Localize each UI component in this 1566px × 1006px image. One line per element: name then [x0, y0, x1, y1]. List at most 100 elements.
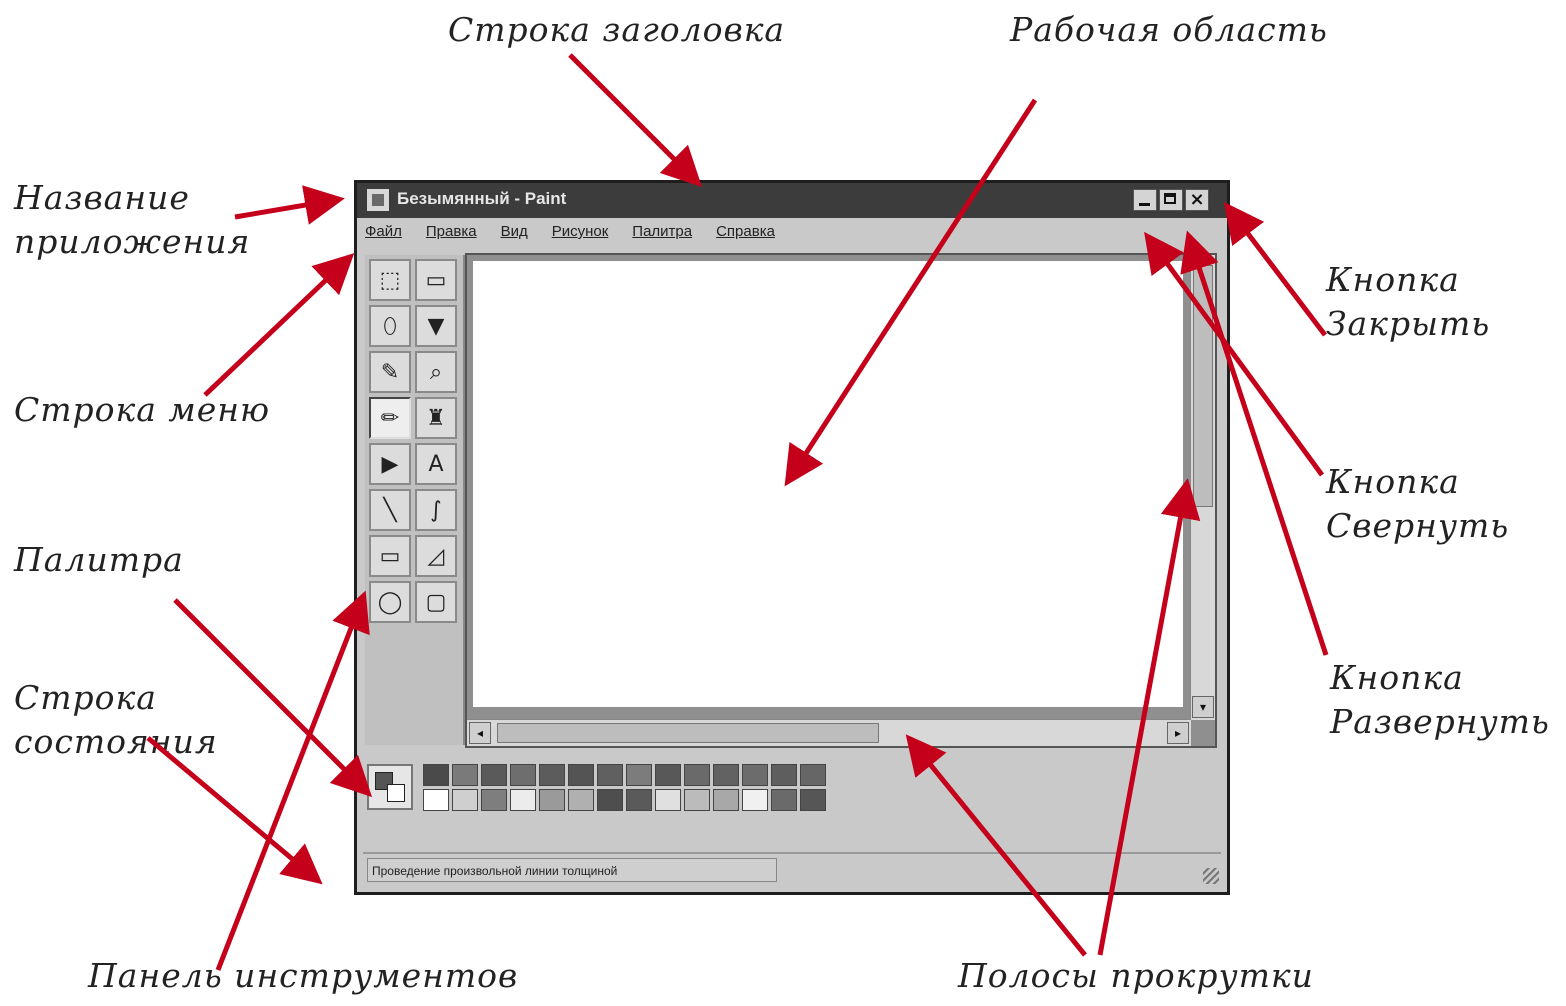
airbrush-icon: ▶: [381, 451, 399, 477]
label-maximize-button: Кнопка Развернуть: [1330, 656, 1550, 744]
text-icon: A: [428, 451, 444, 477]
palette-swatch[interactable]: [539, 764, 565, 786]
free-select-icon: ⬚: [379, 267, 401, 293]
toolbox: ⬚ ▭ ⬯ ▼ ✎ ⌕ ✏ ♜ ▶ A ╲ ∫ ▭ ◿ ◯ ▢: [365, 255, 465, 745]
palette-swatch[interactable]: [684, 789, 710, 811]
rect-select-icon: ▭: [425, 267, 447, 293]
palette-swatch[interactable]: [655, 764, 681, 786]
palette-swatch[interactable]: [800, 789, 826, 811]
fill-icon: ▼: [427, 313, 445, 339]
tool-button[interactable]: ⬯: [369, 305, 411, 347]
palette-swatch[interactable]: [481, 789, 507, 811]
palette-swatch[interactable]: [742, 764, 768, 786]
menu-item-view[interactable]: Вид: [501, 223, 528, 249]
tool-button[interactable]: ▼: [415, 305, 457, 347]
palette-swatch[interactable]: [626, 789, 652, 811]
tool-button[interactable]: ◯: [369, 581, 411, 623]
pencil-icon: ✏: [380, 405, 400, 431]
label-app-name: Название приложения: [14, 176, 250, 264]
palette-swatch[interactable]: [510, 789, 536, 811]
menu-item-edit[interactable]: Правка: [426, 223, 477, 249]
palette-swatch[interactable]: [568, 789, 594, 811]
palette-swatch[interactable]: [481, 764, 507, 786]
palette-swatch[interactable]: [423, 764, 449, 786]
current-colors[interactable]: [367, 764, 413, 810]
palette-swatch[interactable]: [655, 789, 681, 811]
drawing-canvas[interactable]: [473, 261, 1183, 707]
palette-swatch[interactable]: [452, 764, 478, 786]
palette-swatch[interactable]: [771, 789, 797, 811]
minimize-button[interactable]: [1133, 189, 1157, 211]
label-title-bar: Строка заголовка: [448, 10, 786, 49]
maximize-button[interactable]: [1159, 189, 1183, 211]
tool-button[interactable]: ⌕: [415, 351, 457, 393]
palette-swatches: [423, 764, 826, 811]
arrow-close: [1223, 202, 1327, 337]
scroll-left-button[interactable]: ◂: [469, 722, 491, 744]
palette-swatch[interactable]: [597, 789, 623, 811]
close-button[interactable]: ×: [1185, 189, 1209, 211]
palette-swatch[interactable]: [539, 789, 565, 811]
brush-icon: ♜: [426, 405, 446, 431]
vertical-scroll-thumb[interactable]: [1193, 265, 1213, 507]
tool-button[interactable]: ▭: [369, 535, 411, 577]
scroll-down-button[interactable]: ▾: [1192, 696, 1214, 718]
menu-item-colors[interactable]: Палитра: [632, 223, 692, 249]
status-text: Проведение произвольной линии толщиной: [367, 858, 777, 882]
label-minimize-button: Кнопка Свернуть: [1326, 460, 1509, 548]
palette-swatch[interactable]: [510, 764, 536, 786]
horizontal-scrollbar[interactable]: ◂ ▸: [467, 719, 1191, 746]
rectangle-icon: ▭: [379, 543, 401, 569]
tool-button[interactable]: ✏: [369, 397, 411, 439]
palette-swatch[interactable]: [713, 764, 739, 786]
palette-swatch[interactable]: [800, 764, 826, 786]
tool-button[interactable]: ▢: [415, 581, 457, 623]
label-status-bar-line2: состояния: [14, 722, 218, 761]
polygon-icon: ◿: [427, 543, 445, 569]
tool-button[interactable]: ♜: [415, 397, 457, 439]
horizontal-scroll-thumb[interactable]: [497, 723, 879, 743]
palette-swatch[interactable]: [684, 764, 710, 786]
tool-button[interactable]: ✎: [369, 351, 411, 393]
arrow-toolbox: [215, 590, 370, 971]
tool-button[interactable]: ⬚: [369, 259, 411, 301]
arrow-title-bar: [568, 53, 703, 188]
curve-icon: ∫: [430, 497, 442, 523]
label-close-line1: Кнопка: [1326, 260, 1460, 299]
window-title: Безымянный - Paint: [397, 189, 567, 208]
magnifier-icon: ⌕: [429, 359, 443, 385]
palette-swatch[interactable]: [568, 764, 594, 786]
palette-swatch[interactable]: [452, 789, 478, 811]
palette-swatch[interactable]: [626, 764, 652, 786]
tool-button[interactable]: ◿: [415, 535, 457, 577]
rounded-rect-icon: ▢: [425, 589, 447, 615]
title-bar[interactable]: Безымянный - Paint ×: [357, 183, 1227, 218]
palette-swatch[interactable]: [713, 789, 739, 811]
paint-app-icon[interactable]: [367, 189, 389, 211]
label-palette: Палитра: [14, 540, 184, 579]
vertical-scrollbar[interactable]: ▾: [1190, 255, 1215, 720]
label-scrollbars: Полосы прокрутки: [958, 956, 1314, 995]
tool-button[interactable]: ∫: [415, 489, 457, 531]
palette-swatch[interactable]: [742, 789, 768, 811]
eraser-icon: ⬯: [383, 313, 397, 339]
tool-button[interactable]: ▶: [369, 443, 411, 485]
menu-bar: Файл Правка Вид Рисунок Палитра Справка: [365, 223, 775, 249]
label-minimize-line2: Свернуть: [1326, 506, 1510, 545]
tool-button[interactable]: ▭: [415, 259, 457, 301]
menu-item-help[interactable]: Справка: [716, 223, 775, 249]
scroll-right-button[interactable]: ▸: [1167, 722, 1189, 744]
palette-swatch[interactable]: [423, 789, 449, 811]
palette-swatch[interactable]: [597, 764, 623, 786]
palette-swatch[interactable]: [771, 764, 797, 786]
menu-item-file[interactable]: Файл: [365, 223, 402, 249]
tool-button[interactable]: A: [415, 443, 457, 485]
line-icon: ╲: [383, 497, 397, 523]
menu-item-image[interactable]: Рисунок: [552, 223, 609, 249]
label-maximize-line2: Развернуть: [1330, 702, 1550, 741]
label-close-line2: Закрыть: [1326, 304, 1491, 343]
label-work-area: Рабочая область: [1010, 10, 1328, 49]
label-minimize-line1: Кнопка: [1326, 462, 1460, 501]
resize-grip-icon[interactable]: [1203, 868, 1219, 884]
tool-button[interactable]: ╲: [369, 489, 411, 531]
